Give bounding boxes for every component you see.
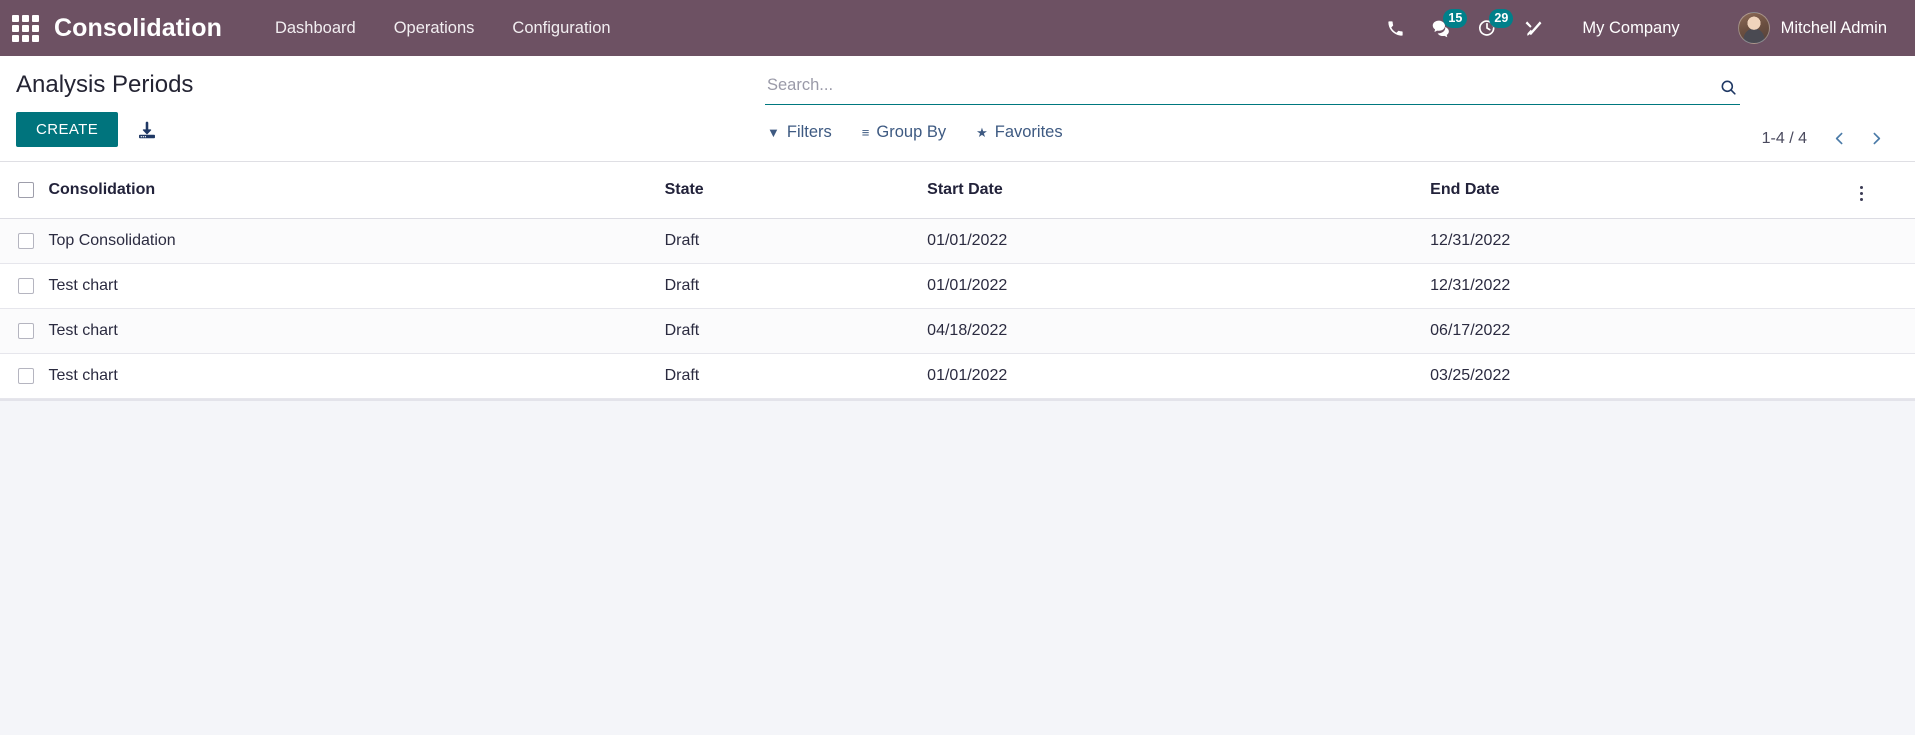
cell-state: Draft <box>664 218 928 264</box>
activities-clock-icon[interactable]: 29 <box>1464 8 1514 48</box>
row-select-cell <box>0 263 49 309</box>
column-header-start-date[interactable]: Start Date <box>927 162 1431 219</box>
page-title: Analysis Periods <box>16 71 194 98</box>
filter-funnel-icon: ▼ <box>767 125 780 140</box>
select-all-checkbox[interactable] <box>18 182 34 198</box>
column-header-state[interactable]: State <box>664 162 928 219</box>
table-row[interactable]: Top Consolidation Draft 01/01/2022 12/31… <box>0 218 1915 264</box>
cell-start-date: 01/01/2022 <box>927 263 1431 309</box>
column-options-header <box>1854 162 1915 219</box>
table-header: Consolidation State Start Date End Date <box>0 162 1915 219</box>
cell-start-date: 04/18/2022 <box>927 308 1431 354</box>
row-checkbox[interactable] <box>18 323 34 339</box>
cell-start-date: 01/01/2022 <box>927 353 1431 399</box>
navbar-systray: 15 29 My Company Mitchell Admin <box>1372 8 1893 48</box>
company-switcher[interactable]: My Company <box>1566 11 1695 46</box>
search-input[interactable] <box>765 74 1711 99</box>
control-panel-buttons: CREATE <box>16 112 765 147</box>
messages-icon[interactable]: 15 <box>1418 8 1468 48</box>
user-name-label: Mitchell Admin <box>1780 18 1887 37</box>
group-by-button[interactable]: ≡ Group By <box>860 121 948 144</box>
search-magnifier-icon[interactable] <box>1711 78 1740 99</box>
table-header-row: Consolidation State Start Date End Date <box>0 162 1915 219</box>
chevron-right-icon[interactable] <box>1860 128 1893 149</box>
table-row[interactable]: Test chart Draft 01/01/2022 03/25/2022 <box>0 353 1915 399</box>
filters-button[interactable]: ▼ Filters <box>765 121 834 144</box>
table-body: Top Consolidation Draft 01/01/2022 12/31… <box>0 218 1915 399</box>
filters-label: Filters <box>786 123 832 141</box>
apps-grid-icon[interactable] <box>10 13 40 43</box>
pager: 1-4 / 4 <box>1740 56 1893 149</box>
search-area: ▼ Filters ≡ Group By ★ Favorites <box>765 56 1740 144</box>
control-panel-left: Analysis Periods CREATE <box>0 56 765 147</box>
row-options-cell <box>1854 353 1915 399</box>
import-download-icon[interactable] <box>132 115 162 145</box>
app-root: Consolidation Dashboard Operations Confi… <box>0 0 1915 735</box>
cell-state: Draft <box>664 263 928 309</box>
list-view: Consolidation State Start Date End Date … <box>0 162 1915 401</box>
row-checkbox[interactable] <box>18 233 34 249</box>
cell-consolidation: Test chart <box>48 263 665 309</box>
cell-state: Draft <box>664 353 928 399</box>
cell-end-date: 03/25/2022 <box>1430 353 1855 399</box>
page-background <box>0 401 1915 735</box>
user-menu[interactable]: Mitchell Admin <box>1732 8 1893 48</box>
row-select-cell <box>0 353 49 399</box>
pager-count-label: 1-4 / 4 <box>1761 129 1807 147</box>
column-options-icon[interactable] <box>1854 183 1869 204</box>
table-row[interactable]: Test chart Draft 01/01/2022 12/31/2022 <box>0 263 1915 309</box>
records-table: Consolidation State Start Date End Date … <box>0 162 1915 399</box>
row-options-cell <box>1854 263 1915 309</box>
main-menu: Dashboard Operations Configuration <box>256 11 630 46</box>
cell-end-date: 12/31/2022 <box>1430 263 1855 309</box>
app-brand-title[interactable]: Consolidation <box>54 14 222 43</box>
menu-item-dashboard[interactable]: Dashboard <box>256 11 375 46</box>
control-panel: Analysis Periods CREATE Search... ▼ Filt… <box>0 56 1915 162</box>
favorites-star-icon: ★ <box>976 125 988 140</box>
row-checkbox[interactable] <box>18 278 34 294</box>
favorites-label: Favorites <box>994 123 1063 141</box>
group-by-label: Group By <box>876 123 947 141</box>
column-header-consolidation[interactable]: Consolidation <box>48 162 665 219</box>
menu-item-configuration[interactable]: Configuration <box>493 11 629 46</box>
row-select-cell <box>0 308 49 354</box>
row-options-cell <box>1854 218 1915 264</box>
cell-consolidation: Top Consolidation <box>48 218 665 264</box>
row-checkbox[interactable] <box>18 368 34 384</box>
create-button[interactable]: CREATE <box>16 112 119 147</box>
top-navbar: Consolidation Dashboard Operations Confi… <box>0 0 1915 56</box>
select-all-header <box>0 162 49 219</box>
user-avatar <box>1737 12 1770 44</box>
search-bar[interactable] <box>765 74 1740 105</box>
favorites-button[interactable]: ★ Favorites <box>974 121 1065 144</box>
menu-item-operations[interactable]: Operations <box>375 11 494 46</box>
row-options-cell <box>1854 308 1915 354</box>
phone-icon[interactable] <box>1372 8 1418 48</box>
cell-end-date: 06/17/2022 <box>1430 308 1855 354</box>
column-header-end-date[interactable]: End Date <box>1430 162 1855 219</box>
cell-state: Draft <box>664 308 928 354</box>
chevron-left-icon[interactable] <box>1823 128 1856 149</box>
debug-tools-icon[interactable] <box>1510 8 1556 48</box>
group-by-lines-icon: ≡ <box>861 125 870 140</box>
cell-consolidation: Test chart <box>48 308 665 354</box>
table-row[interactable]: Test chart Draft 04/18/2022 06/17/2022 <box>0 308 1915 354</box>
row-select-cell <box>0 218 49 264</box>
cell-end-date: 12/31/2022 <box>1430 218 1855 264</box>
cell-consolidation: Test chart <box>48 353 665 399</box>
search-facet-buttons: ▼ Filters ≡ Group By ★ Favorites <box>765 121 1740 144</box>
cell-start-date: 01/01/2022 <box>927 218 1431 264</box>
